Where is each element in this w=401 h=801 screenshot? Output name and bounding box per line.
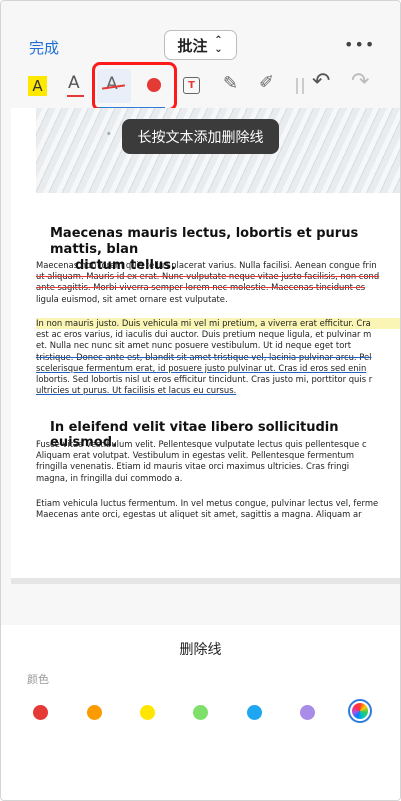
pencil-tool-icon[interactable]: ✎ xyxy=(223,73,238,94)
underline-tool-letter: A xyxy=(68,73,80,93)
top-bar: 完成 批注 ⌃ ⌄ ••• xyxy=(1,1,400,61)
para2-line-underlined: scelerisque fermentum erat, id posuere j… xyxy=(36,362,367,373)
mode-selector[interactable]: 批注 ⌃ ⌄ xyxy=(164,30,237,60)
strikethrough-options-panel: 删除线 颜色 xyxy=(1,625,400,800)
color-swatch[interactable] xyxy=(193,705,208,720)
para3-line: Fusce vitae vestibulum velit. Pellentesq… xyxy=(36,439,367,449)
para1-line: Maecenas non lorem quis tellus placerat … xyxy=(36,260,377,270)
toolbar-divider xyxy=(296,78,304,94)
redo-icon[interactable]: ↷ xyxy=(351,69,369,94)
para2-line: est ac eros varius, id iaculis dui aucto… xyxy=(36,329,372,340)
para3-line: fringilla venenatis. Etiam id mauris vit… xyxy=(36,461,350,472)
paragraph-2: In non mauris justo. Duis vehicula mi ve… xyxy=(36,318,400,396)
custom-color-picker-icon[interactable] xyxy=(348,699,372,723)
paragraph-1: Maecenas non lorem quis tellus placerat … xyxy=(36,260,400,305)
para3-line: Aliquam erat volutpat. Vestibulum in ege… xyxy=(36,450,355,461)
para4-line: Etiam vehicula luctus fermentum. In vel … xyxy=(36,498,379,508)
undo-icon[interactable]: ↶ xyxy=(312,69,330,94)
paragraph-3: Fusce vitae vestibulum velit. Pellentesq… xyxy=(36,439,400,484)
para1-line-struck: ut aliquam. Mauris id ex erat. Nunc vulp… xyxy=(36,271,380,282)
highlight-tool-icon[interactable]: A xyxy=(28,76,47,96)
heading1-line-1: Maecenas mauris lectus, lobortis et puru… xyxy=(50,226,359,257)
color-label: 颜色 xyxy=(27,673,49,686)
page-separator xyxy=(11,578,400,584)
color-swatch[interactable] xyxy=(140,705,155,720)
color-swatch[interactable] xyxy=(247,705,262,720)
para2-line: et. Nulla nec nunc sit amet nunc posuere… xyxy=(36,340,352,351)
para2-line: lobortis. Sed lobortis nisl ut eros effi… xyxy=(36,374,373,385)
done-button[interactable]: 完成 xyxy=(29,37,59,58)
color-wheel-icon xyxy=(352,703,368,719)
para1-line: ligula euismod, sit amet ornare est vulp… xyxy=(36,293,228,304)
tooltip: 长按文本添加删除线 xyxy=(122,119,279,154)
para3-line: magna, in fringilla dui commodo a. xyxy=(36,472,183,483)
highlight-annotation-box xyxy=(92,62,177,111)
color-swatch[interactable] xyxy=(33,705,48,720)
para2-line-struck: tristique. Donec ante est, blandit sit a… xyxy=(36,351,372,362)
paragraph-4: Etiam vehicula luctus fermentum. In vel … xyxy=(36,498,400,520)
more-options-icon[interactable]: ••• xyxy=(344,35,375,54)
color-swatch[interactable] xyxy=(87,705,102,720)
para1-line-struck: ante sagittis. Morbi viverra semper lore… xyxy=(36,282,366,293)
marker-tool-icon[interactable]: ✐ xyxy=(259,72,274,93)
chevron-updown-icon: ⌃ ⌄ xyxy=(214,35,223,55)
app-frame: 完成 批注 ⌃ ⌄ ••• A A A T ✎ ✐ ↶ ↷ Maecenas ma… xyxy=(0,0,401,801)
annotation-toolbar: A A A xyxy=(1,67,400,110)
textbox-tool-icon[interactable]: T xyxy=(183,77,200,94)
para4-line: Maecenas ante orci, egestas ut aliquet s… xyxy=(36,509,362,520)
para2-line-underlined: ultricies ut purus. Ut facilisis et lacu… xyxy=(36,385,237,396)
para2-line-highlighted: In non mauris justo. Duis vehicula mi ve… xyxy=(36,318,400,330)
color-swatch[interactable] xyxy=(300,705,315,720)
underline-color-bar xyxy=(67,95,84,97)
mode-label: 批注 xyxy=(177,36,208,55)
panel-title: 删除线 xyxy=(179,642,222,658)
